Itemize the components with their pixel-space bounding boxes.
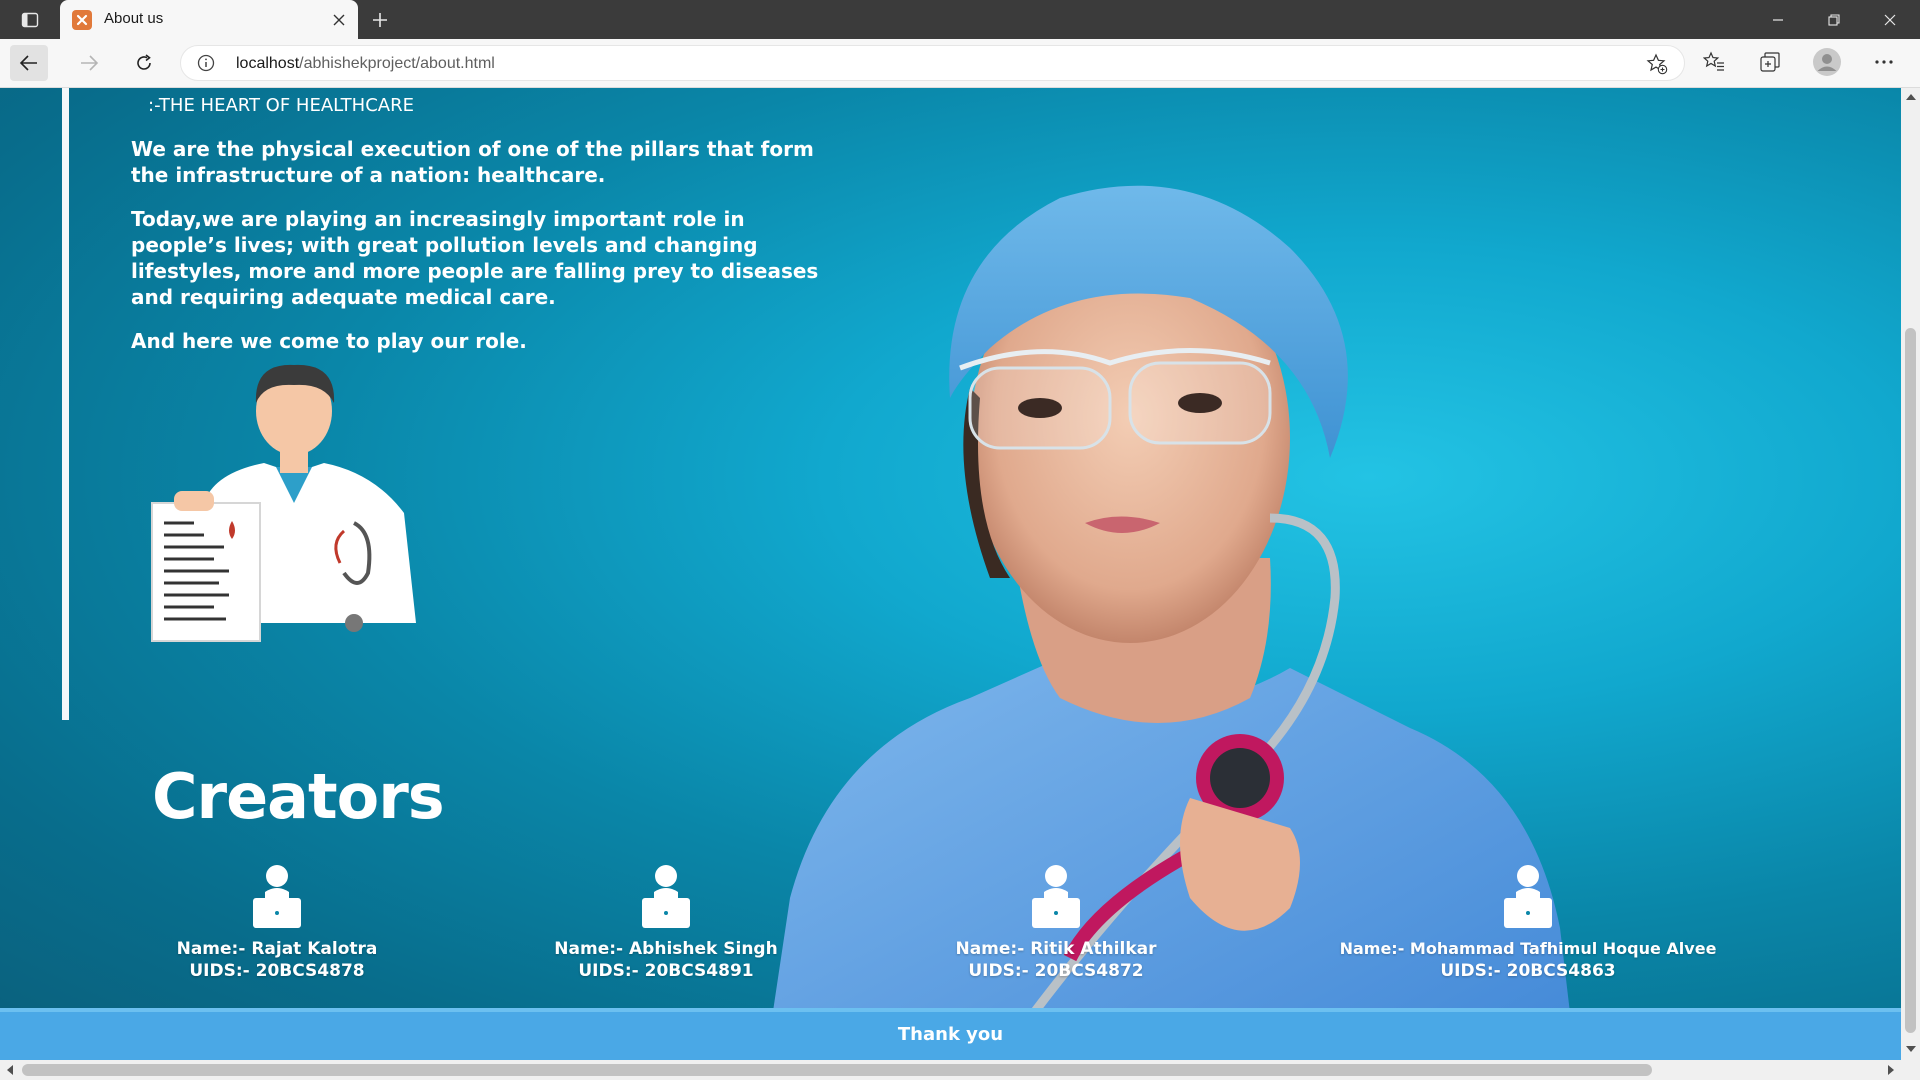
- scroll-right-icon[interactable]: [1888, 1065, 1894, 1075]
- minimize-icon[interactable]: [1750, 0, 1806, 39]
- creator-uid: UIDS:- 20BCS4891: [578, 961, 754, 981]
- back-arrow-icon[interactable]: [10, 45, 48, 81]
- person-laptop-icon: [642, 865, 690, 928]
- about-text: We are the physical execution of one of …: [131, 136, 821, 372]
- doctor-illustration: [151, 364, 416, 642]
- tab-about-us[interactable]: About us: [60, 0, 358, 39]
- creator-name: Name:- Mohammad Tafhimul Hoque Alvee: [1339, 939, 1717, 958]
- creator-uid: UIDS:- 20BCS4878: [189, 961, 365, 981]
- about-paragraph-3: And here we come to play our role.: [131, 329, 527, 353]
- creator-name: Name:- Rajat Kalotra: [176, 939, 378, 959]
- about-heading: :-THE HEART OF HEALTHCARE: [148, 95, 414, 116]
- tab-actions-icon[interactable]: [12, 7, 48, 33]
- footer-bar: Thank you: [0, 1008, 1901, 1060]
- collections-icon[interactable]: [1754, 46, 1786, 78]
- creator-card: Name:- Mohammad Tafhimul Hoque Alvee UID…: [1318, 862, 1738, 982]
- horizontal-scroll-thumb[interactable]: [22, 1064, 1652, 1076]
- vertical-scroll-thumb[interactable]: [1905, 328, 1916, 1033]
- reload-icon[interactable]: [125, 45, 163, 81]
- restore-icon[interactable]: [1806, 0, 1862, 39]
- creator-name: Name:- Ritik Athilkar: [955, 939, 1157, 959]
- add-favorite-icon[interactable]: [1646, 53, 1668, 75]
- about-paragraph-2: Today,we are playing an increasingly imp…: [131, 207, 819, 309]
- window-close-icon[interactable]: [1862, 0, 1918, 39]
- person-laptop-icon: [253, 865, 301, 928]
- plus-icon[interactable]: [366, 7, 394, 33]
- creator-uid: UIDS:- 20BCS4863: [1440, 961, 1616, 981]
- vertical-scrollbar[interactable]: [1901, 88, 1920, 1060]
- horizontal-scrollbar[interactable]: [0, 1060, 1920, 1080]
- address-bar[interactable]: localhost/abhishekproject/about.html: [180, 45, 1685, 81]
- profile-icon[interactable]: [1811, 46, 1843, 78]
- person-laptop-icon: [1504, 865, 1552, 928]
- tab-title: About us: [104, 10, 164, 27]
- close-icon[interactable]: [328, 9, 350, 31]
- favorites-icon[interactable]: [1698, 46, 1730, 78]
- tab-strip: About us: [0, 0, 1920, 39]
- browser-toolbar: localhost/abhishekproject/about.html: [0, 39, 1920, 88]
- creator-name: Name:- Abhishek Singh: [554, 939, 778, 959]
- scroll-left-icon[interactable]: [7, 1065, 13, 1075]
- creators-title: Creators: [152, 760, 445, 833]
- scroll-down-icon[interactable]: [1906, 1046, 1916, 1052]
- creator-card: Name:- Abhishek Singh UIDS:- 20BCS4891: [456, 862, 876, 982]
- xampp-favicon: [72, 10, 92, 30]
- creator-card: Name:- Rajat Kalotra UIDS:- 20BCS4878: [67, 862, 487, 982]
- forward-arrow-icon[interactable]: [70, 45, 108, 81]
- creator-uid: UIDS:- 20BCS4872: [968, 961, 1144, 981]
- vertical-divider: [62, 88, 69, 720]
- footer-text: Thank you: [897, 1024, 1004, 1045]
- person-laptop-icon: [1032, 865, 1080, 928]
- scroll-up-icon[interactable]: [1906, 94, 1916, 100]
- page-viewport: :-THE HEART OF HEALTHCARE We are the phy…: [0, 88, 1901, 1060]
- url-text: localhost/abhishekproject/about.html: [236, 55, 495, 72]
- creator-card: Name:- Ritik Athilkar UIDS:- 20BCS4872: [846, 862, 1266, 982]
- more-icon[interactable]: [1868, 46, 1900, 78]
- about-paragraph-1: We are the physical execution of one of …: [131, 137, 814, 187]
- info-icon[interactable]: [197, 54, 215, 72]
